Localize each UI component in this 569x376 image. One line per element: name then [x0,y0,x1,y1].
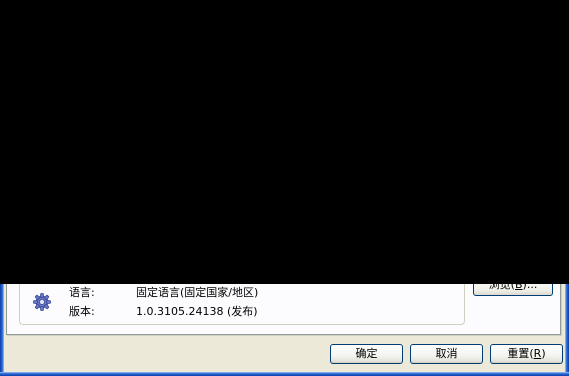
version-label: 版本: [69,305,95,318]
gear-icon [33,293,51,311]
cancel-button[interactable]: 取消 [410,344,483,364]
version-value: 1.0.3105.24138 (发布) [136,305,258,318]
options-dialog: 语言: 固定语言(固定国家/地区) 版本: 1.0.3105.24138 (发布… [0,0,569,376]
language-value: 固定语言(固定国家/地区) [136,286,259,299]
language-label: 语言: [69,286,95,299]
reset-button[interactable]: 重置(R) [490,344,563,364]
black-overlay [0,0,569,284]
reset-button-label: 重置( [507,347,534,360]
window-frame-bottom [0,372,569,376]
reset-button-suffix: ) [541,347,546,360]
ok-button[interactable]: 确定 [330,344,403,364]
